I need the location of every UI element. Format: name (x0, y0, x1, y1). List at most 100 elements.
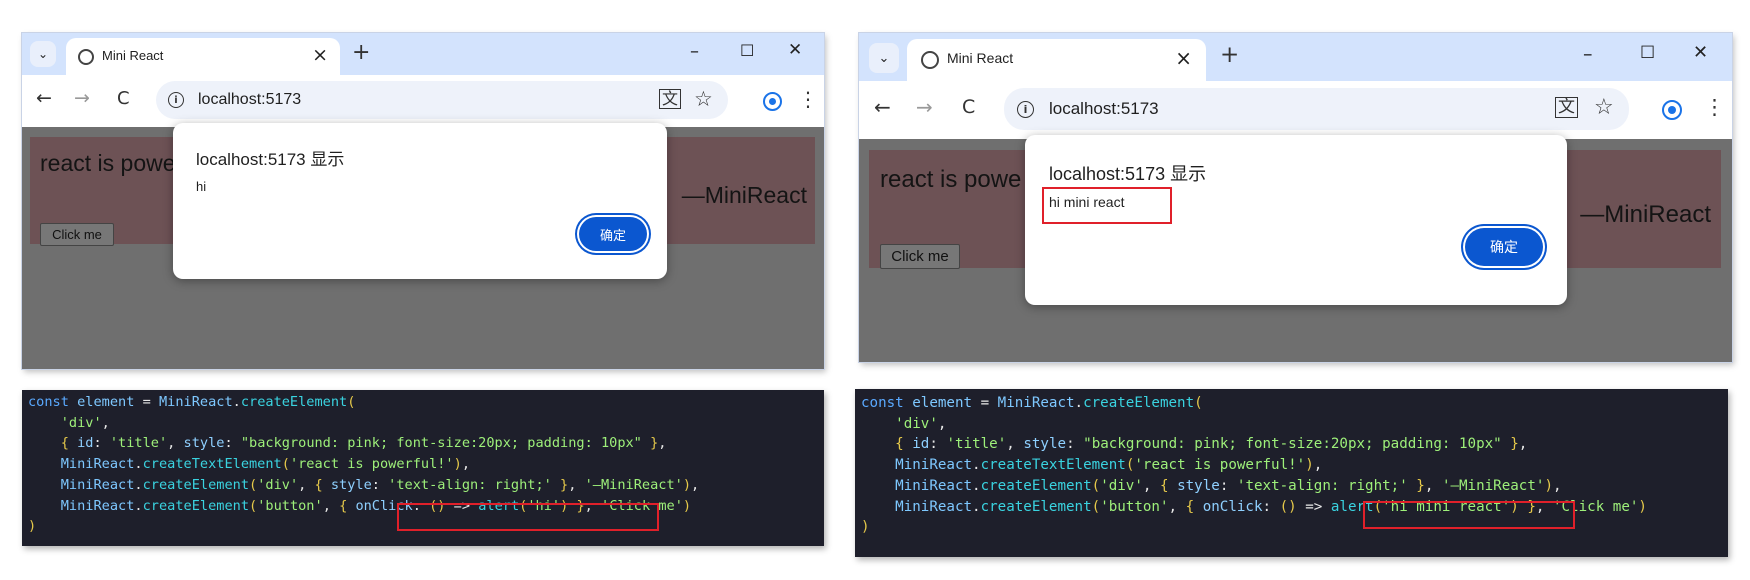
right-minimize-button[interactable]: – (1583, 43, 1593, 65)
left-translate-icon[interactable]: 文 (659, 89, 682, 109)
right-close-window-button[interactable]: ✕ (1693, 42, 1708, 63)
code-token: 'div' (895, 415, 938, 432)
code-line: ) (861, 519, 870, 535)
code-token: createElement (240, 394, 348, 410)
code-token: const (861, 395, 913, 411)
code-token: } (1510, 436, 1519, 453)
globe-icon (921, 51, 939, 69)
left-dialog-ok-button[interactable]: 确定 (579, 217, 647, 251)
right-dialog-ok-button[interactable]: 确定 (1465, 228, 1543, 266)
code-line: MiniReact.createTextElement('react is po… (28, 456, 470, 472)
left-reload-icon[interactable]: C (117, 88, 130, 109)
left-dialog-message: hi (196, 179, 207, 194)
right-url-text[interactable]: localhost:5173 (1049, 99, 1159, 119)
right-profile-avatar[interactable] (1662, 100, 1682, 120)
right-address-bar[interactable]: i localhost:5173 文 ☆ (1004, 88, 1629, 130)
right-bookmark-star-icon[interactable]: ☆ (1594, 95, 1614, 120)
left-tab-search-dropdown[interactable]: ⌄ (30, 41, 56, 67)
code-token: } (1416, 477, 1425, 494)
code-token: , (1006, 436, 1024, 453)
right-tab-bar: ⌄ Mini React × + – ☐ ✕ (859, 33, 1732, 81)
left-bookmark-star-icon[interactable]: ☆ (694, 87, 713, 111)
code-token: , (1552, 477, 1562, 494)
right-menu-kebab-icon[interactable]: ⋮ (1704, 95, 1725, 119)
right-site-info-icon[interactable]: i (1017, 100, 1034, 118)
left-tab-mini-react[interactable]: Mini React × (66, 38, 340, 75)
code-line: 'div', (28, 415, 110, 431)
left-url-text[interactable]: localhost:5173 (198, 91, 301, 109)
code-token: element (912, 395, 973, 411)
code-token: . (972, 498, 981, 515)
right-tab-mini-react[interactable]: Mini React × (907, 39, 1206, 81)
code-token: ( (347, 394, 356, 410)
code-token: ( (281, 456, 290, 473)
left-minimize-button[interactable]: – (690, 41, 699, 62)
code-token: "background: pink; font-size:20px; paddi… (240, 435, 642, 452)
left-tab-bar: ⌄ Mini React × + – ☐ ✕ (22, 33, 824, 75)
right-back-icon[interactable]: ← (874, 95, 891, 119)
code-token: : (1066, 436, 1084, 453)
code-line: MiniReact.createElement('div', { style: … (28, 477, 699, 493)
code-token: , (1518, 436, 1528, 453)
left-click-me-button[interactable]: Click me (40, 223, 114, 246)
code-token: ) (28, 518, 37, 535)
left-close-window-button[interactable]: ✕ (788, 40, 802, 60)
left-tab-close-icon[interactable]: × (312, 44, 328, 66)
code-token: ( (1091, 498, 1101, 515)
left-menu-kebab-icon[interactable]: ⋮ (798, 87, 818, 111)
right-translate-icon[interactable]: 文 (1555, 97, 1578, 118)
right-new-tab-button[interactable]: + (1220, 42, 1239, 68)
code-token: MiniReact (60, 497, 135, 514)
code-line: { id: 'title', style: "background: pink;… (28, 435, 667, 452)
code-token: { (1185, 498, 1203, 515)
code-token: , (568, 476, 585, 493)
code-line: MiniReact.createTextElement('react is po… (861, 457, 1322, 473)
code-token: { (314, 476, 331, 493)
right-tab-close-icon[interactable]: × (1175, 46, 1192, 70)
right-maximize-button[interactable]: ☐ (1640, 43, 1655, 63)
left-site-info-icon[interactable]: i (168, 92, 184, 108)
code-token: 'div' (1100, 477, 1143, 494)
code-token: createElement (142, 476, 250, 493)
left-dialog-title: localhost:5173 显示 (196, 150, 345, 169)
code-token: ) (1638, 498, 1647, 515)
code-token: style (1177, 477, 1220, 494)
code-token: createTextElement (980, 457, 1126, 474)
left-alert-dialog: localhost:5173 显示 hi 确定 (173, 123, 667, 279)
right-dialog-message-highlight (1042, 187, 1172, 224)
code-line: 'div', (861, 416, 946, 432)
left-author-text: —MiniReact (681, 182, 807, 208)
left-profile-avatar[interactable] (763, 92, 782, 111)
left-new-tab-button[interactable]: + (352, 40, 370, 65)
right-tab-title: Mini React (947, 50, 1014, 66)
right-browser-window: ⌄ Mini React × + – ☐ ✕ ← → C i localhost… (859, 33, 1732, 362)
code-token: const (28, 394, 78, 410)
code-token: , (658, 435, 667, 452)
left-back-icon[interactable]: ← (36, 87, 52, 109)
code-token: => (1305, 498, 1331, 515)
code-line: { id: 'title', style: "background: pink;… (861, 436, 1527, 452)
code-token: , (1424, 477, 1442, 494)
right-toolbar: ← → C i localhost:5173 文 ☆ ⋮ (859, 81, 1732, 139)
right-forward-icon[interactable]: → (916, 95, 933, 119)
code-token: , (691, 476, 700, 493)
code-token: MiniReact (895, 477, 973, 494)
left-browser-window: ⌄ Mini React × + – ☐ ✕ ← → C i localhost… (22, 33, 824, 369)
left-forward-icon[interactable]: → (74, 87, 90, 109)
left-address-bar[interactable]: i localhost:5173 文 ☆ (156, 81, 728, 119)
code-line: MiniReact.createElement('div', { style: … (861, 477, 1562, 494)
code-token: , (298, 476, 315, 493)
right-click-me-button[interactable]: Click me (880, 244, 960, 269)
left-onclick-highlight (397, 503, 659, 531)
code-token: id (912, 436, 930, 453)
right-tab-search-dropdown[interactable]: ⌄ (869, 43, 899, 73)
globe-icon (78, 49, 94, 65)
left-maximize-button[interactable]: ☐ (740, 41, 754, 60)
right-reload-icon[interactable]: C (962, 96, 975, 118)
code-token: 'button' (1100, 498, 1169, 515)
